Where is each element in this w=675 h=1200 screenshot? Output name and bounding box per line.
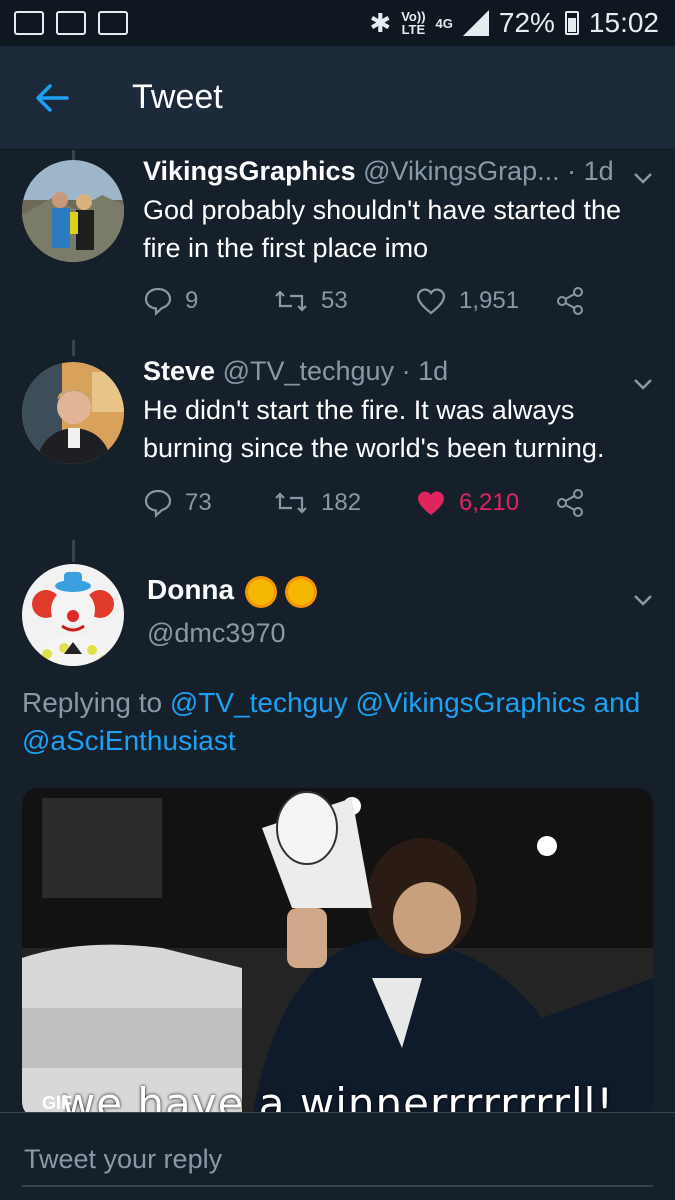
battery-percent: 72%	[498, 7, 555, 38]
volte-indicator: Vo)) LTE	[401, 9, 426, 37]
tweet-text: God probably shouldn't have started the …	[143, 195, 621, 263]
chevron-down-icon[interactable]	[633, 370, 653, 396]
clock: 15:02	[588, 7, 659, 38]
author-handle[interactable]: @VikingsGrap...	[363, 156, 560, 186]
reply-button[interactable]: 9	[143, 286, 273, 316]
replying-to: Replying to @TV_techguy @VikingsGraphics…	[22, 684, 655, 760]
tweet-time: · 1d	[567, 156, 614, 186]
tweet-time: · 1d	[401, 356, 449, 386]
sun-emoji-icon	[287, 578, 314, 605]
chevron-down-icon[interactable]	[633, 586, 653, 612]
share-button[interactable]	[555, 286, 585, 316]
gif-media[interactable]: we have a winnerrrrrrrrll! GIF	[22, 788, 653, 1118]
reply-composer	[0, 1112, 675, 1200]
thread-line	[72, 540, 75, 562]
reply-button[interactable]: 73	[143, 488, 273, 518]
like-count: 1,951	[459, 287, 520, 314]
top-app-bar: Tweet	[0, 46, 675, 150]
network-type: 4G	[435, 15, 453, 31]
reply-tweet-vikingsgraphics[interactable]: VikingsGraphics @VikingsGrap... · 1d God…	[0, 150, 675, 340]
tweet-text: He didn't start the fire. It was always …	[143, 395, 605, 463]
gallery-notification-icon	[14, 11, 44, 35]
bluetooth-icon: ✱	[369, 7, 392, 38]
heart-icon	[416, 288, 446, 315]
share-icon	[557, 287, 583, 315]
author-name[interactable]: VikingsGraphics	[143, 156, 356, 186]
share-icon	[557, 489, 583, 517]
author-handle[interactable]: @dmc3970	[147, 618, 314, 649]
thread-line	[72, 150, 75, 160]
sun-emoji-icon	[247, 578, 274, 605]
author-name[interactable]: Donna	[147, 574, 234, 605]
mention-link[interactable]: @aSciEnthusiast	[22, 725, 236, 756]
mention-link[interactable]: @TV_techguy	[170, 687, 348, 718]
retweet-icon	[275, 492, 307, 514]
thread-line	[72, 340, 75, 356]
reply-icon	[144, 489, 172, 518]
like-button[interactable]: 1,951	[415, 286, 555, 316]
reply-input[interactable]	[22, 1133, 653, 1187]
gmail-notification-icon	[56, 11, 86, 35]
page-title: Tweet	[132, 78, 223, 116]
share-button[interactable]	[555, 488, 585, 518]
author-block[interactable]: Donna @dmc3970	[147, 574, 314, 649]
and-others-link[interactable]: and	[594, 687, 641, 718]
avatar[interactable]	[22, 160, 124, 262]
retweet-icon	[275, 290, 307, 312]
retweet-button[interactable]: 53	[273, 287, 415, 315]
like-count: 6,210	[459, 489, 520, 516]
mention-link[interactable]: @VikingsGraphics	[356, 687, 586, 718]
chevron-down-icon[interactable]	[633, 164, 653, 190]
heart-filled-icon	[418, 491, 444, 515]
replying-label: Replying to	[22, 687, 163, 718]
retweet-button[interactable]: 182	[273, 489, 415, 517]
signal-icon	[462, 10, 489, 36]
reply-icon	[144, 287, 172, 316]
gif-badge: GIF	[42, 1093, 72, 1113]
avatar[interactable]	[22, 564, 124, 666]
status-bar: ✱ Vo)) LTE 4G 72% 15:02	[0, 0, 675, 46]
activity-notification-icon	[98, 11, 128, 35]
author-handle[interactable]: @TV_techguy	[223, 356, 395, 386]
retweet-count: 53	[321, 287, 348, 314]
author-name[interactable]: Steve	[143, 356, 215, 386]
gif-frame	[22, 788, 653, 1118]
reply-count: 73	[185, 489, 212, 516]
reply-count: 9	[185, 287, 199, 314]
back-arrow-icon[interactable]	[24, 70, 80, 126]
like-button[interactable]: 6,210	[415, 488, 555, 518]
avatar[interactable]	[22, 362, 124, 464]
retweet-count: 182	[321, 489, 362, 516]
reply-tweet-steve[interactable]: Steve @TV_techguy · 1d He didn't start t…	[0, 340, 675, 540]
battery-icon	[564, 11, 579, 35]
